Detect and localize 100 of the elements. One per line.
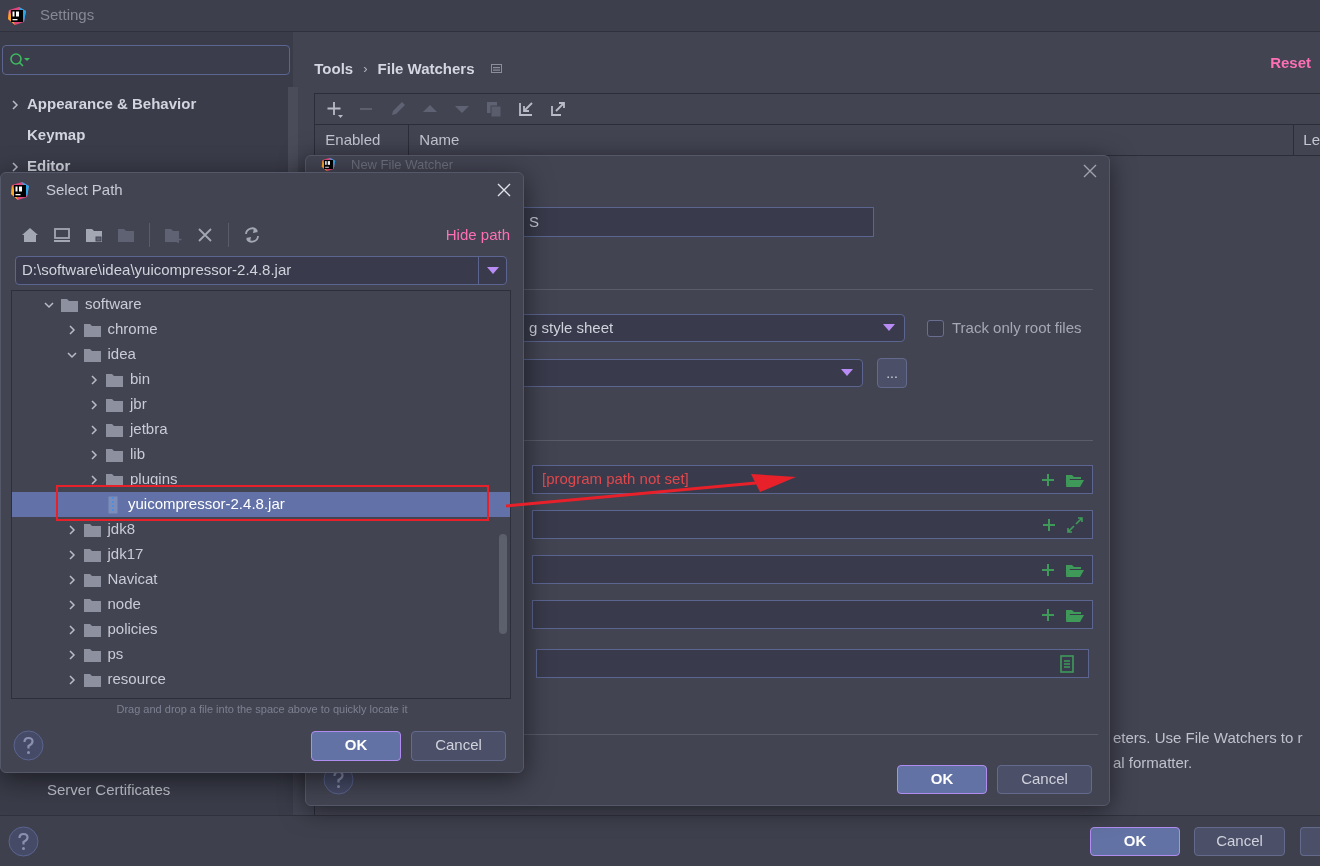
caret-icon — [883, 324, 895, 332]
folder-name: policies — [107, 619, 158, 640]
folder-icon — [105, 446, 124, 463]
archive-icon — [108, 495, 118, 514]
copy-icon[interactable] — [485, 100, 504, 118]
ok-button[interactable]: OK — [311, 730, 401, 761]
folder-name: jdk17 — [107, 544, 144, 565]
field-value: S — [529, 211, 539, 232]
folder-name: jbr — [130, 394, 147, 415]
folder-name: node — [107, 594, 141, 615]
close-icon[interactable] — [1083, 164, 1097, 178]
folder-name: chrome — [107, 319, 158, 340]
folder-icon — [105, 396, 124, 413]
reset-link[interactable]: Reset — [1270, 52, 1311, 75]
plus-icon[interactable] — [1042, 517, 1056, 532]
folder-icon — [105, 371, 124, 388]
window-title: Settings — [40, 5, 95, 26]
search-field[interactable] — [2, 45, 290, 75]
document-icon[interactable] — [1060, 654, 1074, 673]
ok-button[interactable]: OK — [1090, 826, 1180, 856]
folder-name: jdk8 — [107, 519, 136, 540]
folder-icon — [82, 321, 102, 338]
tree-row[interactable]: jdk17 — [12, 542, 510, 567]
path-field[interactable] — [532, 600, 1093, 629]
add-icon[interactable] — [325, 100, 344, 118]
folder-icon — [82, 546, 102, 563]
cancel-button[interactable]: Cancel — [997, 765, 1092, 794]
import-icon[interactable] — [517, 100, 536, 118]
help-icon[interactable] — [8, 825, 39, 857]
page-icon — [490, 64, 503, 74]
browse-button[interactable]: ... — [877, 358, 907, 388]
path-field[interactable] — [532, 555, 1093, 584]
placeholder-text: [program path not set] — [542, 469, 690, 490]
folder-name: lib — [130, 444, 145, 465]
tree-row[interactable]: lib — [12, 442, 510, 467]
help-icon[interactable] — [13, 730, 44, 761]
folder-icon — [82, 346, 102, 363]
folder-name: jetbra — [130, 419, 168, 440]
environment-field[interactable] — [536, 649, 1089, 678]
folder-name: ps — [107, 644, 124, 665]
folder-name: software — [85, 294, 142, 315]
app-icon — [10, 180, 30, 201]
folder-icon[interactable] — [85, 226, 103, 244]
tree-row[interactable]: resource — [12, 667, 510, 692]
scrollbar-thumb[interactable] — [499, 534, 507, 634]
hide-path-link[interactable]: Hide path — [445, 223, 510, 247]
checkbox[interactable] — [927, 319, 944, 337]
plus-icon[interactable] — [1041, 607, 1055, 622]
tree-row[interactable]: software — [12, 292, 510, 317]
ok-button[interactable]: OK — [897, 765, 987, 794]
delete-icon[interactable] — [196, 226, 214, 244]
checkbox-label: Track only root files — [952, 317, 1082, 338]
tree-row[interactable]: bin — [12, 367, 510, 392]
path-combo-box[interactable]: D:\software\idea\yuicompressor-2.4.8.jar — [15, 256, 507, 285]
folder-name: idea — [107, 344, 136, 365]
tree-row[interactable]: Navicat — [12, 567, 510, 592]
tree-row[interactable]: jetbra — [12, 417, 510, 442]
desktop-icon[interactable] — [53, 226, 71, 244]
tree-row[interactable]: node — [12, 592, 510, 617]
pencil-icon[interactable] — [389, 100, 408, 118]
cancel-button[interactable]: Cancel — [411, 730, 506, 761]
folder-name: resource — [107, 669, 166, 690]
expand-icon[interactable] — [1066, 515, 1084, 534]
breadcrumb-item[interactable]: Tools — [314, 57, 354, 81]
sidebar-item[interactable]: Appearance & Behavior — [27, 93, 197, 116]
search-icon — [9, 52, 31, 68]
breadcrumb-item: File Watchers — [377, 58, 475, 79]
refresh-icon[interactable] — [243, 226, 261, 244]
description-text: al formatter. — [1113, 752, 1194, 773]
sidebar-item[interactable]: Keymap — [27, 124, 86, 147]
tree-row[interactable]: idea — [12, 342, 510, 367]
caret-icon[interactable] — [486, 266, 499, 275]
folder-icon — [82, 571, 102, 588]
tree-row[interactable]: chrome — [12, 317, 510, 342]
description-text: eters. Use File Watchers to r — [1113, 728, 1303, 748]
sidebar-item[interactable]: Server Certificates — [47, 779, 171, 802]
cancel-button[interactable]: Cancel — [1194, 826, 1285, 856]
folder-name: bin — [130, 369, 151, 390]
tree-row[interactable]: policies — [12, 617, 510, 642]
column-header[interactable]: Le — [1294, 125, 1320, 155]
export-icon[interactable] — [549, 100, 568, 118]
tree-row[interactable]: ps — [12, 642, 510, 667]
file-name: yuicompressor-2.4.8.jar — [128, 494, 285, 515]
tree-row[interactable]: yuicompressor-2.4.8.jar — [12, 492, 510, 517]
breadcrumb-separator: › — [363, 60, 368, 79]
field-value: D:\software\idea\yuicompressor-2.4.8.jar — [21, 260, 293, 281]
arguments-field[interactable] — [532, 510, 1093, 539]
folder-icon — [82, 521, 102, 538]
app-icon — [7, 5, 27, 26]
folder-icon — [82, 621, 102, 638]
dialog-title: Select Path — [46, 180, 123, 201]
plus-icon[interactable] — [1041, 472, 1055, 487]
dropdown-value: g style sheet — [529, 317, 615, 338]
tree-row[interactable]: jbr — [12, 392, 510, 417]
home-icon[interactable] — [21, 226, 39, 244]
new-folder-icon[interactable] — [164, 226, 182, 244]
plus-icon[interactable] — [1041, 562, 1055, 577]
tree-row[interactable]: jdk8 — [12, 517, 510, 542]
folder-icon — [60, 296, 79, 313]
cancel-button-edge[interactable] — [1300, 826, 1320, 856]
